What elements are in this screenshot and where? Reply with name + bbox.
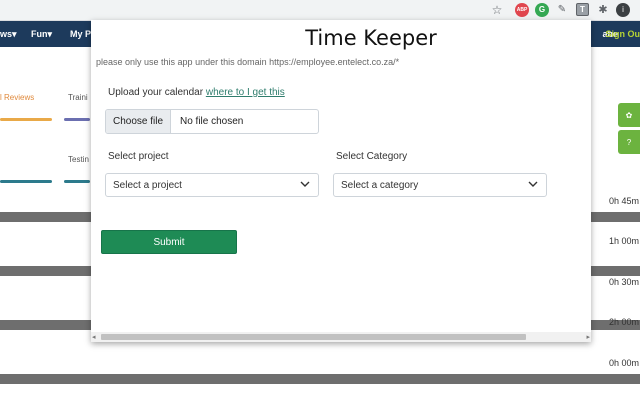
nav-item-my[interactable]: My P <box>70 29 91 39</box>
time-entry: 0h 00m <box>608 358 639 368</box>
card-reviews-label[interactable]: l Reviews <box>0 93 34 102</box>
timeline-stripe <box>0 374 640 384</box>
project-select-value: Select a project <box>113 180 182 191</box>
card-underline <box>0 118 52 121</box>
scroll-left-icon[interactable]: ◂ <box>92 333 96 341</box>
choose-file-button[interactable]: Choose file <box>106 110 171 133</box>
card-underline <box>64 180 90 183</box>
side-help-button[interactable]: ? <box>618 130 640 154</box>
card-underline <box>0 180 52 183</box>
profile-avatar-icon[interactable]: i <box>616 3 630 17</box>
project-select[interactable]: Select a project <box>105 173 319 197</box>
popup-title: Time Keeper <box>305 26 437 50</box>
card-trainings-label[interactable]: Traini <box>68 93 88 102</box>
submit-button[interactable]: Submit <box>101 230 237 254</box>
nav-item-news[interactable]: ws▾ <box>0 29 17 40</box>
nav-item-fun[interactable]: Fun▾ <box>31 29 52 40</box>
time-entry: 0h 45m <box>608 196 639 206</box>
upload-label-text: Upload your calendar <box>108 87 204 98</box>
category-select-value: Select a category <box>341 180 419 191</box>
time-entry: 0h 30m <box>608 277 639 287</box>
category-label: Select Category <box>336 151 408 162</box>
chevron-down-icon <box>528 181 538 187</box>
scroll-right-icon[interactable]: ▸ <box>586 333 590 341</box>
calendar-help-link[interactable]: where to I get this <box>206 87 285 98</box>
calendar-file-input[interactable]: Choose file No file chosen <box>105 109 319 134</box>
adblock-icon[interactable]: ABP <box>515 3 529 17</box>
upload-calendar-label: Upload your calendar where to I get this <box>108 87 285 98</box>
timekeeper-popup: Time Keeper please only use this app und… <box>91 20 591 342</box>
category-select[interactable]: Select a category <box>333 173 547 197</box>
domain-notice: please only use this app under this doma… <box>96 57 400 67</box>
browser-toolbar: ☆ ABP G ✎ T ✱ i <box>0 0 640 21</box>
edit-extension-icon[interactable]: ✎ <box>555 3 569 17</box>
timekeeper-extension-icon[interactable]: T <box>576 3 589 16</box>
chevron-down-icon <box>300 181 310 187</box>
side-settings-button[interactable]: ✿ <box>618 103 640 127</box>
time-entry: 1h 00m <box>608 236 639 246</box>
time-entry: 2h 00m <box>608 317 639 327</box>
scrollbar-thumb[interactable] <box>101 334 526 340</box>
grammarly-icon[interactable]: G <box>535 3 549 17</box>
card-underline <box>64 118 90 121</box>
settings-icon: ✿ <box>625 110 633 120</box>
card-testing-label[interactable]: Testin <box>68 155 89 164</box>
extensions-puzzle-icon[interactable]: ✱ <box>596 3 610 17</box>
project-label: Select project <box>108 151 169 162</box>
horizontal-scrollbar[interactable]: ◂ ▸ <box>91 332 591 342</box>
bookmark-star-icon[interactable]: ☆ <box>490 3 504 17</box>
help-icon: ? <box>626 137 632 147</box>
file-status: No file chosen <box>180 116 244 127</box>
